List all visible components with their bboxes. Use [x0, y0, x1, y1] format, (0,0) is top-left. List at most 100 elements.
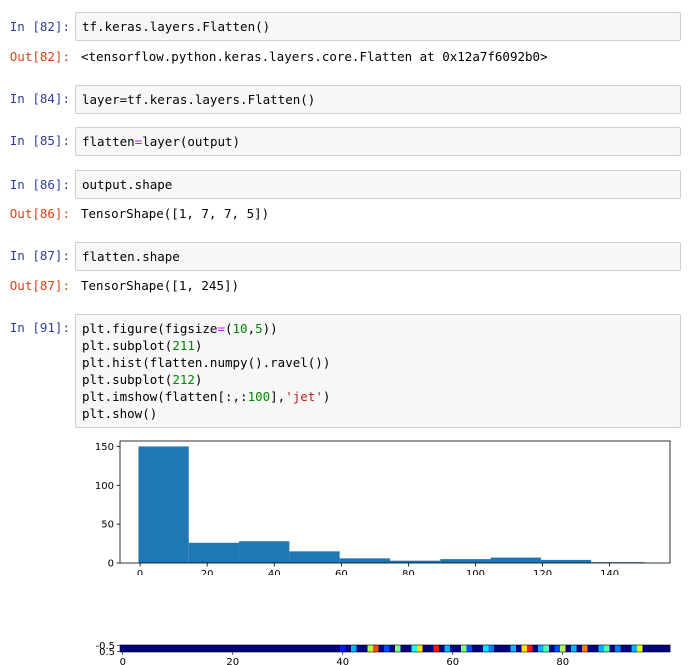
heatmap-cell	[131, 645, 137, 652]
heatmap-cell	[208, 645, 214, 652]
y-tick-label: 50	[101, 520, 114, 531]
code-line: output.shape	[82, 177, 173, 192]
heatmap-cell	[653, 645, 660, 652]
heatmap-cell	[279, 645, 286, 652]
code-line: plt.hist(flatten.numpy().ravel())	[82, 355, 331, 370]
heatmap-cell	[620, 645, 627, 652]
code-line: plt.show()	[82, 406, 158, 421]
heatmap-cell	[560, 645, 566, 652]
heatmap-cell	[428, 645, 434, 652]
heatmap-cell	[439, 645, 445, 652]
heatmap-cell	[598, 645, 605, 652]
x-tick-label: 80	[556, 657, 569, 665]
x-tick-label: 60	[446, 657, 459, 665]
code-cell-91[interactable]: plt.figure(figsize=(10,5)) plt.subplot(21…	[75, 314, 681, 428]
histogram-bar	[540, 559, 592, 563]
y-tick-label: 100	[95, 481, 114, 492]
y-tick-label: 150	[95, 442, 114, 453]
heatmap-cell	[510, 645, 517, 652]
heatmap-cell	[587, 645, 594, 652]
in-prompt-85: In [85]:	[9, 133, 70, 148]
code-cell-86[interactable]: output.shape	[75, 170, 681, 199]
heatmap-cell	[554, 645, 561, 652]
heatmap-cell	[290, 645, 297, 652]
heatmap-cell	[329, 645, 335, 652]
heatmap-cell	[631, 645, 638, 652]
heatmap-cell	[197, 645, 203, 652]
heatmap-cell	[301, 645, 308, 652]
x-tick-label: 20	[201, 569, 214, 575]
heatmap-cell	[582, 645, 588, 652]
heatmap-cell	[417, 645, 423, 652]
x-tick-label: 120	[533, 569, 552, 575]
heatmap-cell	[384, 645, 390, 652]
heatmap-cell	[538, 645, 544, 652]
heatmap-cell	[433, 645, 440, 652]
heatmap-cell	[648, 645, 654, 652]
heatmap-cell	[340, 645, 346, 652]
heatmap-cell	[312, 645, 319, 652]
in-prompt-91: In [91]:	[9, 320, 70, 335]
out-prompt-82: Out[82]:	[9, 49, 70, 64]
heatmap-cell	[213, 645, 220, 652]
x-tick-label: 140	[600, 569, 619, 575]
histogram-bar	[289, 551, 340, 563]
code-line: plt.subplot(211)	[82, 338, 203, 353]
heatmap-cell	[285, 645, 291, 652]
in-prompt-86: In [86]:	[9, 177, 70, 192]
heatmap-cell	[576, 645, 583, 652]
heatmap-cell	[455, 645, 462, 652]
heatmap-cell	[153, 645, 159, 652]
heatmap-cell	[202, 645, 209, 652]
heatmap-cell	[241, 645, 247, 652]
heatmap-cell	[604, 645, 610, 652]
heatmap-cell	[659, 645, 665, 652]
x-tick-label: 20	[226, 657, 239, 665]
heatmap-cell	[219, 645, 225, 652]
histogram-bar	[239, 541, 290, 563]
code-line: plt.figure(figsize=(10,5))	[82, 321, 278, 336]
heatmap-cell	[318, 645, 324, 652]
heatmap-cell	[307, 645, 313, 652]
heatmap-cell	[351, 645, 357, 652]
heatmap-cell	[164, 645, 170, 652]
histogram-bar	[339, 558, 390, 563]
heatmap-cell	[461, 645, 467, 652]
heatmap-cell	[125, 645, 132, 652]
heatmap-cell	[323, 645, 330, 652]
code-cell-85[interactable]: flatten=layer(output)	[75, 127, 681, 156]
code-token: layer(output)	[142, 134, 241, 149]
heatmap-cell	[499, 645, 506, 652]
code-token: flatten	[82, 134, 135, 149]
heatmap-cell	[120, 645, 126, 652]
heatmap-cell	[664, 645, 671, 652]
heatmap-cell	[395, 645, 401, 652]
heatmap-cell	[345, 645, 352, 652]
heatmap-cell	[466, 645, 473, 652]
code-cell-82[interactable]: tf.keras.layers.Flatten()	[75, 12, 681, 41]
histogram-bar	[440, 559, 491, 563]
code-line: tf.keras.layers.Flatten()	[82, 19, 271, 34]
heatmap-cell	[642, 645, 649, 652]
x-tick-label: 0	[120, 657, 126, 665]
code-cell-84[interactable]: layer=tf.keras.layers.Flatten()	[75, 85, 681, 114]
out-prompt-87: Out[87]:	[9, 278, 70, 293]
heatmap-cell	[422, 645, 429, 652]
heatmap-cell	[444, 645, 451, 652]
heatmap-cell	[411, 645, 418, 652]
heatmap-cell	[373, 645, 379, 652]
code-cell-87[interactable]: flatten.shape	[75, 242, 681, 271]
output-87: TensorShape([1, 245])	[81, 278, 240, 293]
output-82: <tensorflow.python.keras.layers.core.Fla…	[81, 49, 548, 64]
y-tick-label: 0	[108, 559, 114, 570]
heatmap-cell	[565, 645, 572, 652]
heatmap-cell	[494, 645, 500, 652]
heatmap-cell	[516, 645, 522, 652]
heatmap-cell	[477, 645, 484, 652]
heatmap-cell	[593, 645, 599, 652]
x-tick-label: 0	[137, 569, 143, 575]
heatmap-cell	[169, 645, 176, 652]
heatmap-cell	[158, 645, 165, 652]
heatmap-cell	[527, 645, 533, 652]
histogram-chart: 0 20 40 60 80 100 120 140 0 50 100 150	[95, 440, 671, 575]
